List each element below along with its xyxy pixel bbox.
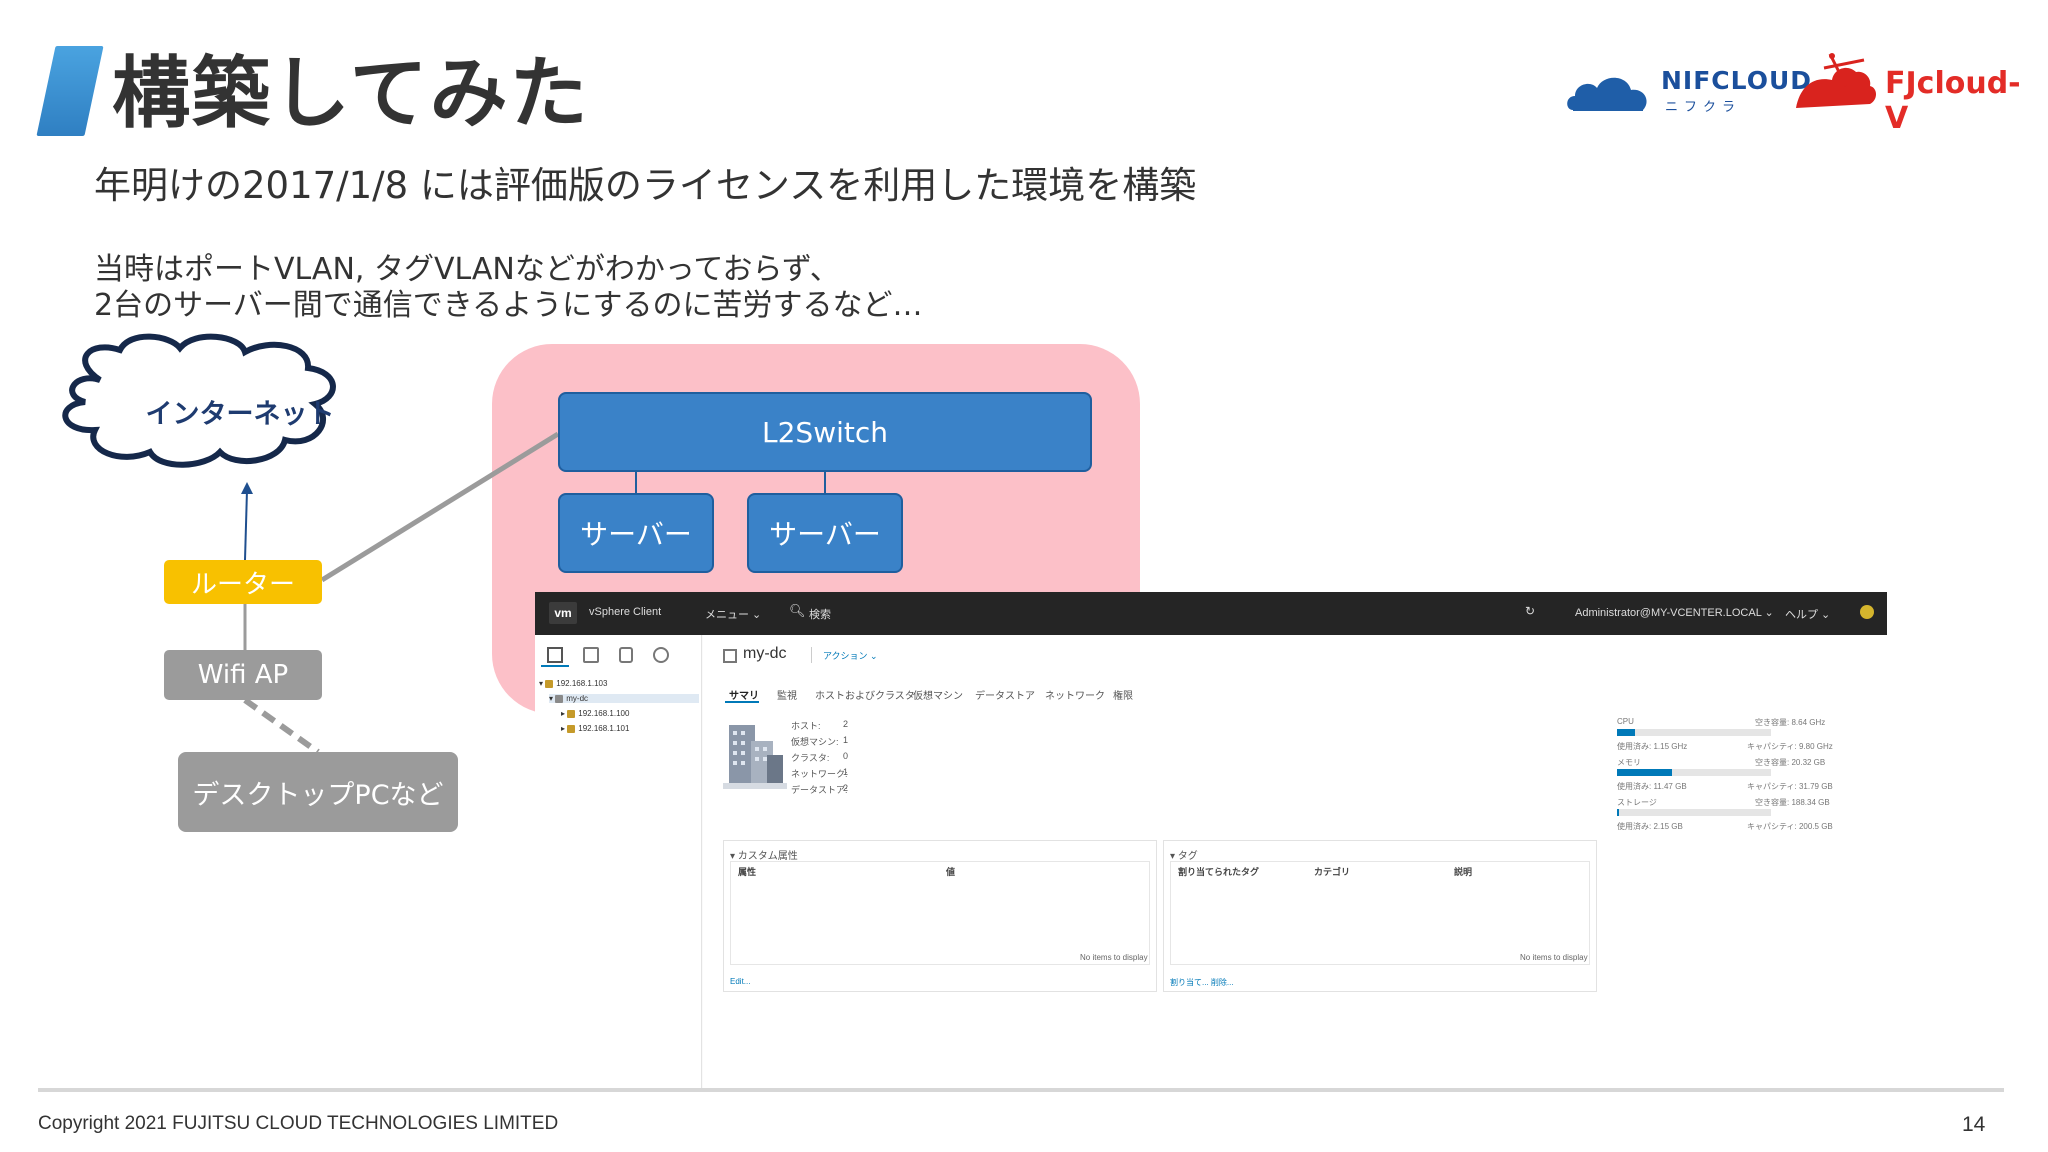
resource-storage-free: 空き容量: 188.34 GB	[1755, 798, 1830, 807]
internet-label: インターネット	[145, 399, 335, 430]
actions-menu[interactable]: アクション ⌄	[823, 649, 878, 662]
resource-cpu-fill	[1617, 729, 1636, 736]
resource-cpu-bar	[1617, 729, 1771, 736]
copyright-text: Copyright 2021 FUJITSU CLOUD TECHNOLOGIE…	[38, 1113, 559, 1134]
tab-summary[interactable]: サマリ	[729, 687, 759, 702]
vsphere-screenshot: vm vSphere Client メニュー ⌄ 🔍︎ 検索 ↻ Adminis…	[535, 592, 1887, 1088]
arrow-head-icon	[241, 482, 253, 494]
resource-storage-cap: キャパシティ: 200.5 GB	[1747, 822, 1833, 831]
resource-mem-used: 使用済み: 11.47 GB	[1617, 782, 1687, 791]
networking-icon[interactable]	[653, 647, 669, 663]
resource-cpu-cap: キャパシティ: 9.80 GHz	[1747, 742, 1833, 751]
vms-templates-icon[interactable]	[583, 647, 599, 663]
tab-datastores[interactable]: データストア	[975, 687, 1035, 702]
status-icon[interactable]	[1860, 605, 1874, 619]
summary-value-networks: 1	[843, 767, 849, 777]
vsphere-content: my-dc アクション ⌄ サマリ 監視 ホストおよびクラスタ 仮想マシン デー…	[703, 635, 1887, 1088]
vsphere-user[interactable]: Administrator@MY-VCENTER.LOCAL ⌄	[1575, 606, 1774, 619]
tree-item-host1[interactable]: ▸ 192.168.1.100	[561, 709, 629, 718]
tab-permissions[interactable]: 権限	[1113, 687, 1133, 702]
tags-title[interactable]: ▾ タグ	[1170, 847, 1198, 862]
refresh-icon[interactable]: ↻	[1525, 604, 1535, 618]
router-to-internet-line	[244, 489, 248, 561]
wifi-to-desktop-line	[243, 697, 320, 755]
summary-value-clusters: 0	[843, 751, 849, 761]
column-category[interactable]: カテゴリ	[1314, 865, 1350, 878]
summary-label-networks: ネットワーク:	[791, 769, 848, 779]
tab-networks[interactable]: ネットワーク	[1045, 687, 1105, 702]
summary-label-vms: 仮想マシン:	[791, 737, 839, 747]
tags-empty: No items to display	[1520, 953, 1588, 962]
vsphere-help[interactable]: ヘルプ ⌄	[1785, 606, 1830, 622]
resource-mem-bar	[1617, 769, 1771, 776]
search-icon[interactable]: 🔍︎	[789, 603, 806, 619]
summary-value-vms: 1	[843, 735, 849, 745]
tree-item-vcenter[interactable]: ▾ 192.168.1.103	[539, 679, 607, 688]
resource-cpu-name: CPU	[1617, 717, 1634, 726]
desktop-pc-box: デスクトップPCなど	[178, 752, 458, 832]
resource-cpu-used: 使用済み: 1.15 GHz	[1617, 742, 1688, 751]
summary-label-datastores: データストア:	[791, 785, 848, 795]
datacenter-building-icon	[723, 725, 787, 789]
column-attribute[interactable]: 属性	[738, 865, 756, 878]
resource-mem-free: 空き容量: 20.32 GB	[1755, 758, 1826, 767]
tags-panel: ▾ タグ 割り当てられたタグ カテゴリ 説明 No items to displ…	[1163, 840, 1597, 992]
resource-mem-fill	[1617, 769, 1673, 776]
router-to-switch-line	[320, 431, 560, 583]
l2switch-box: L2Switch	[558, 392, 1092, 472]
vsphere-header: vm vSphere Client メニュー ⌄ 🔍︎ 検索 ↻ Adminis…	[535, 592, 1887, 635]
resource-cpu-free: 空き容量: 8.64 GHz	[1755, 718, 1826, 727]
footer-divider	[38, 1088, 2004, 1092]
tab-vms[interactable]: 仮想マシン	[913, 687, 963, 702]
page-number: 14	[1962, 1113, 1986, 1136]
tab-monitor[interactable]: 監視	[777, 687, 797, 702]
datacenter-title: my-dc	[743, 645, 787, 662]
hosts-clusters-icon[interactable]	[547, 647, 563, 663]
column-description[interactable]: 説明	[1454, 865, 1472, 878]
custom-attributes-grid	[730, 861, 1150, 965]
column-assigned-tag[interactable]: 割り当てられたタグ	[1178, 865, 1259, 878]
title-divider	[811, 647, 812, 663]
resource-mem-cap: キャパシティ: 31.79 GB	[1747, 782, 1833, 791]
column-value[interactable]: 値	[946, 865, 955, 878]
storage-icon[interactable]	[619, 647, 633, 663]
router-box: ルーター	[164, 560, 322, 604]
vsphere-app-name: vSphere Client	[589, 606, 662, 618]
custom-attributes-title[interactable]: ▾ カスタム属性	[730, 847, 798, 862]
resource-mem-name: メモリ	[1617, 758, 1641, 767]
resource-storage-used: 使用済み: 2.15 GB	[1617, 822, 1683, 831]
assign-remove-links[interactable]: 割り当て... 削除...	[1170, 977, 1234, 988]
nav-active-indicator	[541, 665, 569, 667]
edit-link[interactable]: Edit...	[730, 977, 750, 986]
summary-value-datastores: 2	[843, 783, 849, 793]
server-box-1: サーバー	[558, 493, 714, 573]
tree-item-datacenter[interactable]: ▾ my-dc	[549, 694, 699, 703]
vsphere-menu[interactable]: メニュー ⌄	[705, 606, 761, 622]
tab-hosts-clusters[interactable]: ホストおよびクラスタ	[815, 687, 915, 702]
tree-item-host2[interactable]: ▸ 192.168.1.101	[561, 724, 629, 733]
summary-label-clusters: クラスタ:	[791, 753, 830, 763]
vsphere-navigator: ▾ 192.168.1.103 ▾ my-dc ▸ 192.168.1.100 …	[535, 635, 702, 1088]
resource-storage-fill	[1617, 809, 1619, 816]
datacenter-icon	[723, 649, 737, 663]
vm-logo: vm	[549, 602, 577, 624]
custom-attributes-empty: No items to display	[1080, 953, 1148, 962]
summary-value-hosts: 2	[843, 719, 849, 729]
resource-storage-name: ストレージ	[1617, 798, 1657, 807]
vsphere-search[interactable]: 検索	[809, 606, 831, 622]
custom-attributes-panel: ▾ カスタム属性 属性 値 No items to display Edit..…	[723, 840, 1157, 992]
summary-label-hosts: ホスト:	[791, 721, 821, 731]
server-box-2: サーバー	[747, 493, 903, 573]
resource-storage-bar	[1617, 809, 1771, 816]
wifi-ap-box: Wifi AP	[164, 650, 322, 700]
tab-active-underline	[725, 701, 759, 703]
slide: 構築してみた NIFCLOUD ニフクラ FJcloud-V 年明けの2017/…	[0, 0, 2048, 1152]
